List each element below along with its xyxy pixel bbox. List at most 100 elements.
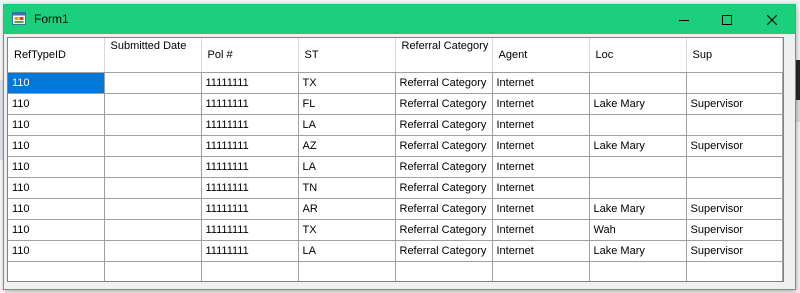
cell-sup[interactable]: Supervisor (686, 135, 783, 157)
table-row[interactable]: 110 11111111 LA Referral Category Internet (8, 156, 783, 178)
table-row[interactable]: 110 11111111 AZ Referral Category Internet La… (8, 135, 783, 157)
column-header-pol-number[interactable]: Pol # (201, 38, 299, 73)
table-row[interactable]: 110 11111111 LA Referral Category Internet (8, 114, 783, 136)
cell-st[interactable]: LA (298, 240, 396, 262)
cell-pol-number[interactable]: 11111111 (201, 156, 299, 178)
cell-sup[interactable] (686, 177, 783, 199)
new-row-cell[interactable] (298, 261, 396, 281)
close-button[interactable] (749, 5, 795, 34)
new-row-cell[interactable] (201, 261, 299, 281)
title-bar[interactable]: Form1 (4, 5, 795, 34)
table-row[interactable]: 110 11111111 FL Referral Category Internet La… (8, 93, 783, 115)
cell-sup[interactable] (686, 72, 783, 94)
cell-pol-number[interactable]: 11111111 (201, 135, 299, 157)
column-header-loc[interactable]: Loc (589, 38, 687, 73)
new-row-cell[interactable] (686, 261, 783, 281)
column-header-agent[interactable]: Agent (492, 38, 590, 73)
new-row-cell[interactable] (104, 261, 202, 281)
new-row-cell[interactable] (589, 261, 687, 281)
cell-referral-category[interactable]: Referral Category (395, 93, 493, 115)
cell-sup[interactable]: Supervisor (686, 219, 783, 241)
cell-submitted-date[interactable] (104, 93, 202, 115)
cell-agent[interactable]: Internet (492, 93, 590, 115)
new-row-cell[interactable] (395, 261, 493, 281)
cell-referral-category[interactable]: Referral Category (395, 177, 493, 199)
cell-pol-number[interactable]: 11111111 (201, 219, 299, 241)
cell-agent[interactable]: Internet (492, 135, 590, 157)
cell-pol-number[interactable]: 11111111 (201, 93, 299, 115)
column-header-reftypeid[interactable]: RefTypeID (8, 38, 105, 73)
cell-st[interactable]: FL (298, 93, 396, 115)
cell-pol-number[interactable]: 11111111 (201, 198, 299, 220)
column-header-sup[interactable]: Sup (686, 38, 783, 73)
table-row[interactable]: 110 11111111 TX Referral Category Internet Wa… (8, 219, 783, 241)
cell-reftypeid[interactable]: 110 (8, 114, 105, 136)
cell-st[interactable]: TX (298, 219, 396, 241)
column-header-st[interactable]: ST (298, 38, 396, 73)
cell-agent[interactable]: Internet (492, 114, 590, 136)
cell-submitted-date[interactable] (104, 135, 202, 157)
cell-st[interactable]: LA (298, 156, 396, 178)
cell-loc[interactable]: Lake Mary (589, 240, 687, 262)
cell-loc[interactable]: Lake Mary (589, 93, 687, 115)
new-row[interactable] (8, 261, 783, 281)
cell-submitted-date[interactable] (104, 156, 202, 178)
cell-reftypeid[interactable]: 110 (8, 177, 105, 199)
cell-pol-number[interactable]: 11111111 (201, 114, 299, 136)
cell-referral-category[interactable]: Referral Category (395, 219, 493, 241)
table-row[interactable]: 110 11111111 LA Referral Category Internet La… (8, 240, 783, 262)
cell-reftypeid[interactable]: 110 (8, 198, 105, 220)
cell-reftypeid[interactable]: 110 (8, 219, 105, 241)
cell-referral-category[interactable]: Referral Category (395, 114, 493, 136)
cell-referral-category[interactable]: Referral Category (395, 240, 493, 262)
cell-agent[interactable]: Internet (492, 219, 590, 241)
column-header-submitted-date[interactable]: Submitted Date (104, 38, 202, 73)
cell-st[interactable]: TX (298, 72, 396, 94)
cell-submitted-date[interactable] (104, 219, 202, 241)
cell-st[interactable]: AR (298, 198, 396, 220)
cell-agent[interactable]: Internet (492, 156, 590, 178)
cell-loc[interactable] (589, 72, 687, 94)
cell-submitted-date[interactable] (104, 198, 202, 220)
cell-submitted-date[interactable] (104, 177, 202, 199)
cell-sup[interactable] (686, 114, 783, 136)
cell-pol-number[interactable]: 11111111 (201, 177, 299, 199)
cell-sup[interactable]: Supervisor (686, 93, 783, 115)
cell-reftypeid[interactable]: 110 (8, 72, 105, 94)
cell-agent[interactable]: Internet (492, 72, 590, 94)
table-row[interactable]: 110 11111111 TN Referral Category Internet (8, 177, 783, 199)
cell-pol-number[interactable]: 11111111 (201, 72, 299, 94)
cell-sup[interactable]: Supervisor (686, 198, 783, 220)
column-header-referral-category[interactable]: Referral Category (395, 38, 493, 73)
cell-agent[interactable]: Internet (492, 240, 590, 262)
cell-loc[interactable]: Lake Mary (589, 198, 687, 220)
cell-referral-category[interactable]: Referral Category (395, 198, 493, 220)
cell-submitted-date[interactable] (104, 114, 202, 136)
cell-reftypeid[interactable]: 110 (8, 135, 105, 157)
cell-loc[interactable]: Lake Mary (589, 135, 687, 157)
table-row[interactable]: 110 11111111 AR Referral Category Internet La… (8, 198, 783, 220)
new-row-cell[interactable] (8, 261, 105, 281)
cell-loc[interactable] (589, 114, 687, 136)
cell-submitted-date[interactable] (104, 72, 202, 94)
cell-st[interactable]: AZ (298, 135, 396, 157)
cell-submitted-date[interactable] (104, 240, 202, 262)
cell-sup[interactable]: Supervisor (686, 240, 783, 262)
minimize-button[interactable] (661, 5, 707, 34)
new-row-cell[interactable] (492, 261, 590, 281)
cell-reftypeid[interactable]: 110 (8, 93, 105, 115)
maximize-button[interactable] (704, 5, 750, 34)
cell-referral-category[interactable]: Referral Category (395, 156, 493, 178)
cell-loc[interactable] (589, 156, 687, 178)
cell-loc[interactable] (589, 177, 687, 199)
cell-loc[interactable]: Wah (589, 219, 687, 241)
cell-sup[interactable] (686, 156, 783, 178)
cell-referral-category[interactable]: Referral Category (395, 72, 493, 94)
cell-reftypeid[interactable]: 110 (8, 156, 105, 178)
table-row[interactable]: 110 11111111 TX Referral Category Internet (8, 72, 783, 94)
cell-agent[interactable]: Internet (492, 177, 590, 199)
cell-pol-number[interactable]: 11111111 (201, 240, 299, 262)
cell-st[interactable]: TN (298, 177, 396, 199)
cell-referral-category[interactable]: Referral Category (395, 135, 493, 157)
cell-st[interactable]: LA (298, 114, 396, 136)
